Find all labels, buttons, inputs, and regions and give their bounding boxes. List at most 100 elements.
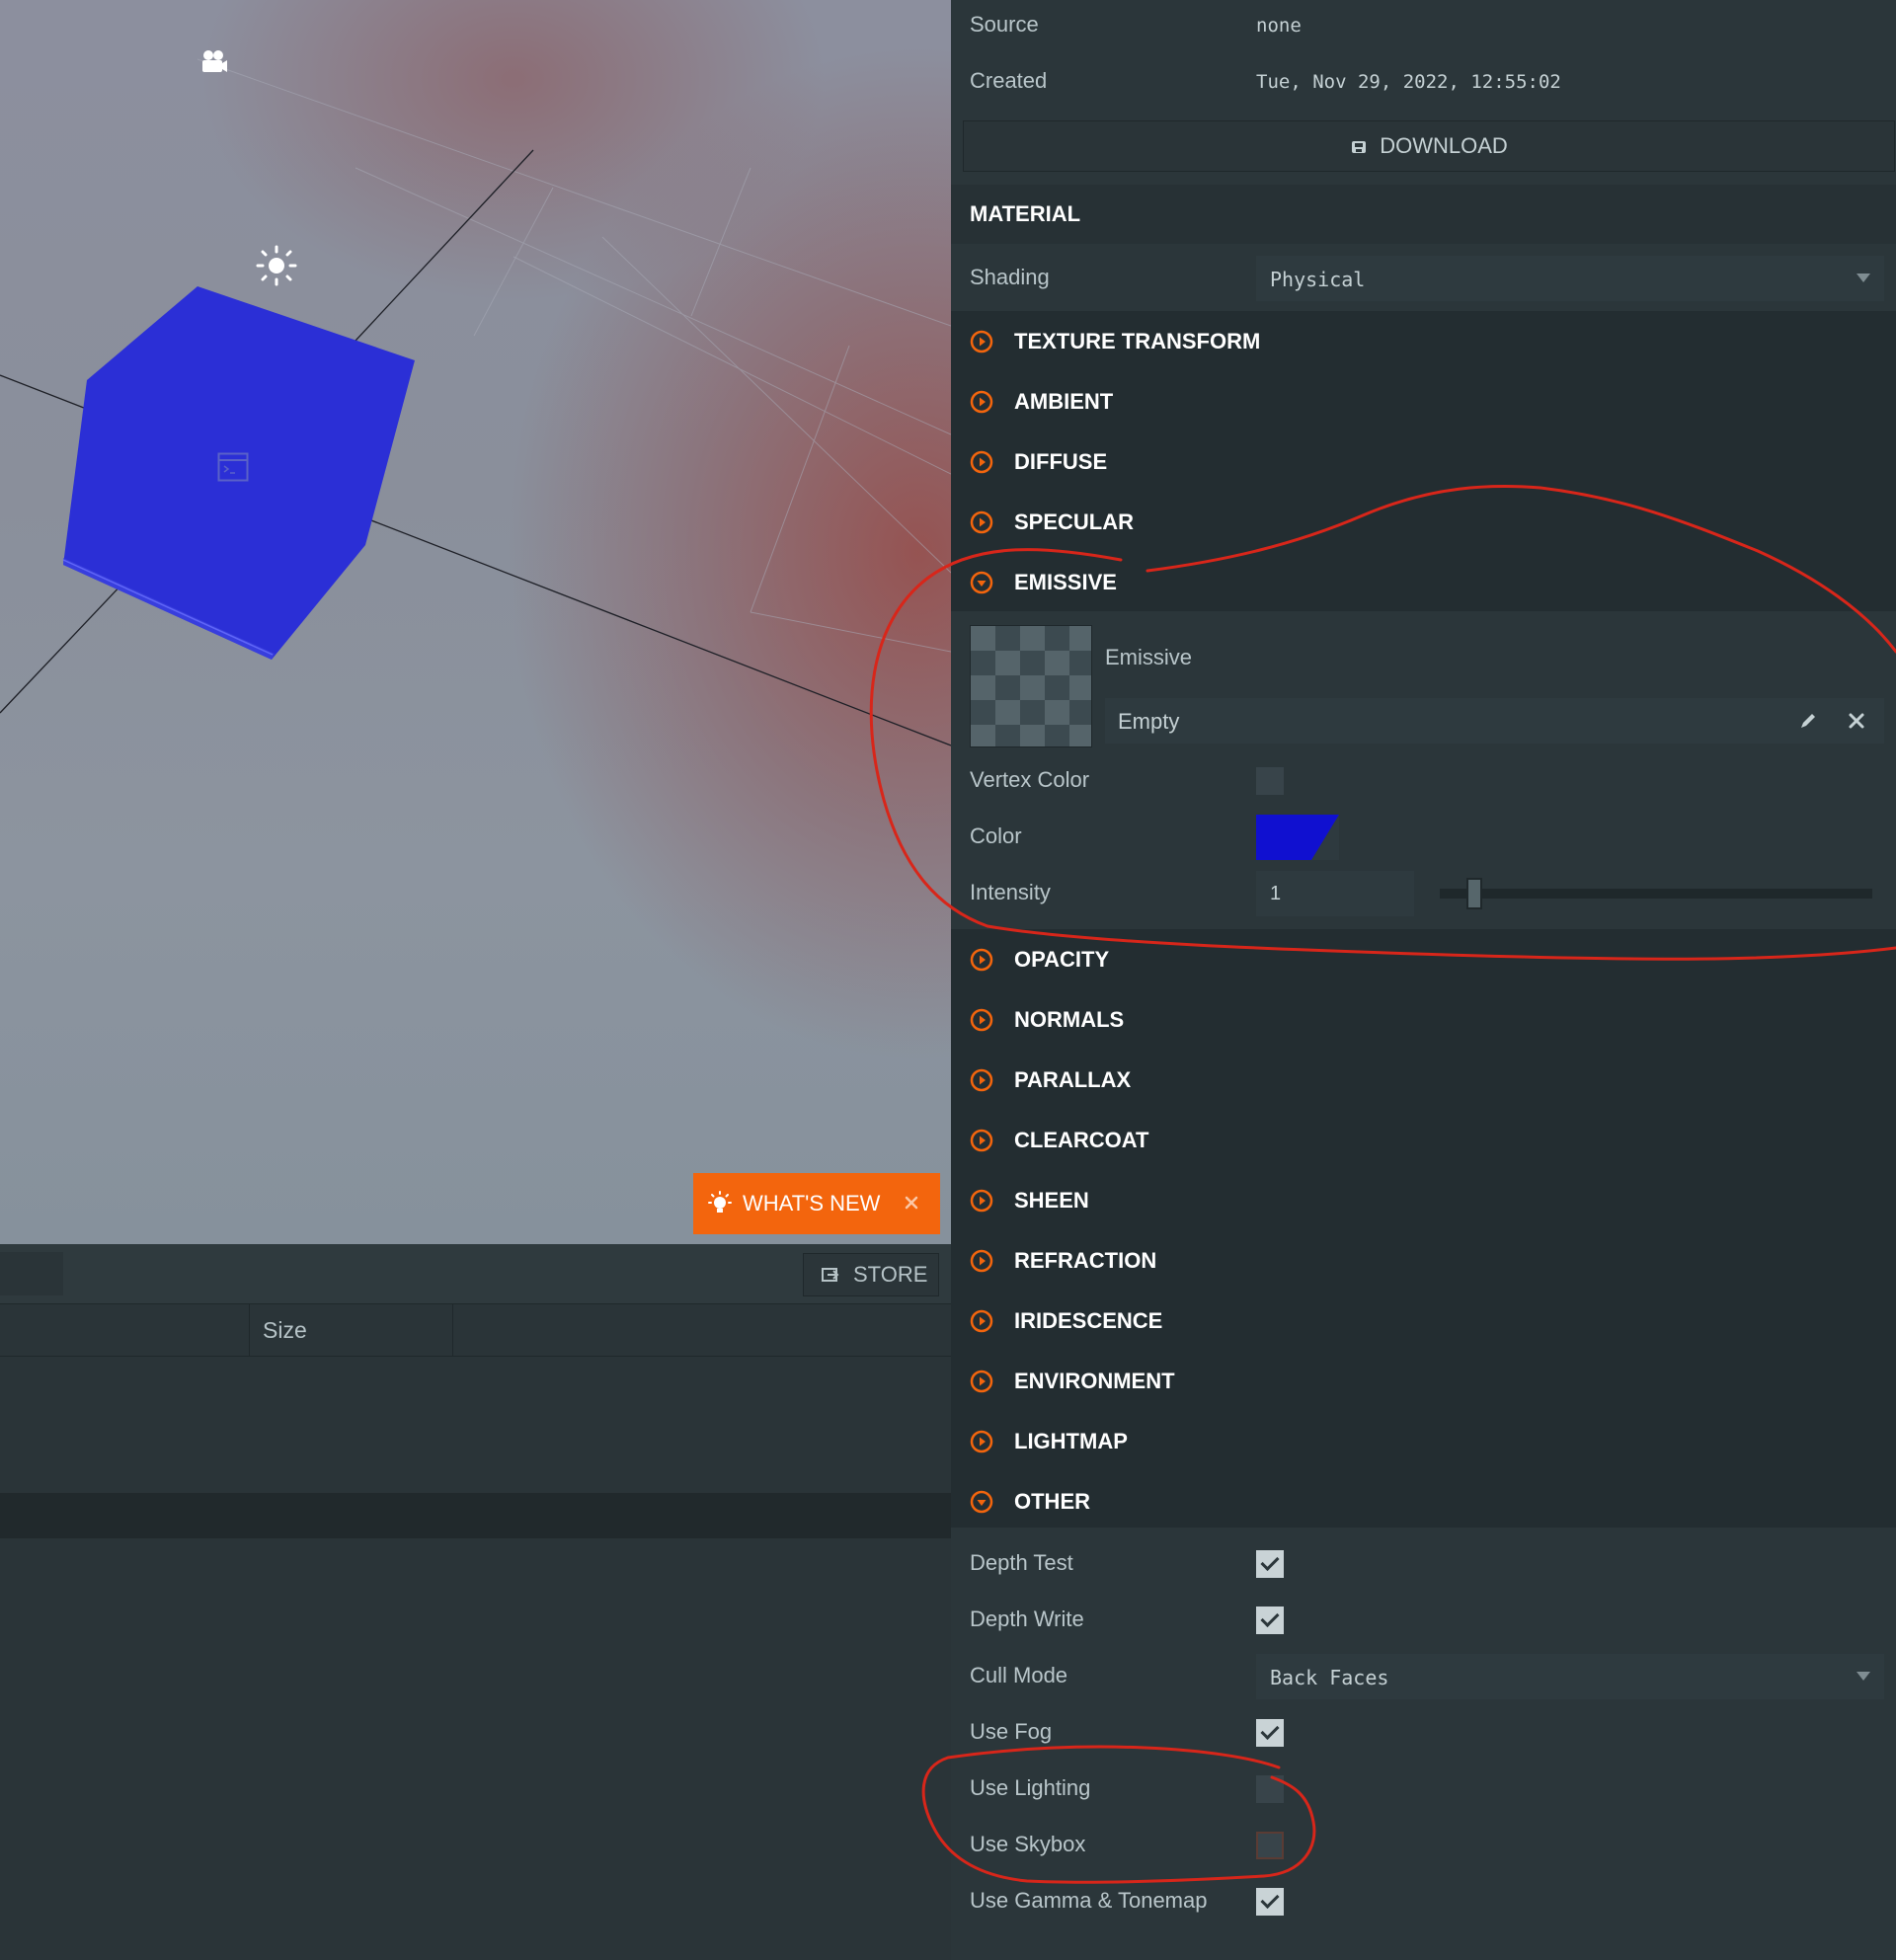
use-lighting-label: Use Lighting xyxy=(970,1775,1091,1800)
download-label: DOWNLOAD xyxy=(1380,133,1508,158)
expand-arrow-icon xyxy=(970,450,993,474)
group-specular[interactable]: SPECULAR xyxy=(951,492,1896,552)
download-button[interactable]: DOWNLOAD xyxy=(963,120,1895,172)
vertex-color-label: Vertex Color xyxy=(970,767,1090,792)
cull-mode-value: Back Faces xyxy=(1270,1666,1389,1689)
store-button[interactable]: STORE xyxy=(803,1253,939,1296)
assets-tab[interactable] xyxy=(0,1252,63,1295)
source-value: none xyxy=(1256,15,1302,37)
group-label: CLEARCOAT xyxy=(1014,1128,1149,1152)
expand-arrow-icon xyxy=(970,1249,993,1273)
collapse-arrow-icon xyxy=(970,571,993,594)
assets-column-headers: Size xyxy=(0,1304,951,1357)
scene-canvas[interactable] xyxy=(0,0,951,1244)
group-label: LIGHTMAP xyxy=(1014,1429,1128,1453)
intensity-label: Intensity xyxy=(970,880,1051,904)
group-label: NORMALS xyxy=(1014,1007,1125,1032)
group-opacity[interactable]: OPACITY xyxy=(951,929,1896,989)
use-fog-label: Use Fog xyxy=(970,1719,1053,1744)
assets-divider-bar xyxy=(0,1493,951,1538)
group-diffuse[interactable]: DIFFUSE xyxy=(951,431,1896,492)
column-separator[interactable] xyxy=(452,1304,453,1356)
shading-select[interactable]: Physical xyxy=(1256,256,1884,301)
script-component-icon xyxy=(217,452,249,482)
vertex-color-checkbox[interactable] xyxy=(1256,767,1284,795)
group-texture-transform[interactable]: TEXTURE TRANSFORM xyxy=(951,311,1896,371)
material-title: MATERIAL xyxy=(970,201,1081,226)
chevron-down-icon xyxy=(1856,1672,1870,1681)
group-other[interactable]: OTHER xyxy=(951,1471,1896,1531)
intensity-value: 1 xyxy=(1270,883,1282,904)
close-icon[interactable] xyxy=(899,1190,924,1215)
group-label: PARALLAX xyxy=(1014,1067,1132,1092)
group-label: REFRACTION xyxy=(1014,1248,1157,1273)
group-environment[interactable]: ENVIRONMENT xyxy=(951,1351,1896,1411)
column-separator[interactable] xyxy=(249,1304,250,1356)
group-label: AMBIENT xyxy=(1014,389,1114,414)
created-value: Tue, Nov 29, 2022, 12:55:02 xyxy=(1256,71,1561,93)
group-clearcoat[interactable]: CLEARCOAT xyxy=(951,1110,1896,1170)
store-icon xyxy=(822,1268,839,1282)
group-label: OPACITY xyxy=(1014,947,1110,972)
light-icon[interactable] xyxy=(256,245,297,286)
use-lighting-checkbox[interactable] xyxy=(1256,1775,1284,1803)
assets-toolbar: STORE xyxy=(0,1244,951,1304)
intensity-input[interactable]: 1 xyxy=(1256,871,1414,916)
store-label: STORE xyxy=(853,1262,928,1287)
close-icon[interactable] xyxy=(1848,712,1865,730)
group-parallax[interactable]: PARALLAX xyxy=(951,1050,1896,1110)
intensity-slider-track[interactable] xyxy=(1440,889,1872,899)
whats-new-label: WHAT'S NEW xyxy=(743,1191,881,1215)
emissive-map-value: Empty xyxy=(1118,709,1180,734)
group-refraction[interactable]: REFRACTION xyxy=(951,1230,1896,1291)
source-label: Source xyxy=(970,12,1039,37)
depth-test-checkbox[interactable] xyxy=(1256,1550,1284,1578)
expand-arrow-icon xyxy=(970,1370,993,1393)
expand-arrow-icon xyxy=(970,1129,993,1152)
scene-viewport[interactable]: WHAT'S NEW xyxy=(0,0,951,1244)
shading-value: Physical xyxy=(1270,268,1366,291)
group-lightmap[interactable]: LIGHTMAP xyxy=(951,1411,1896,1471)
intensity-slider-handle[interactable] xyxy=(1466,878,1482,909)
group-label: OTHER xyxy=(1014,1489,1090,1514)
group-emissive[interactable]: EMISSIVE xyxy=(951,552,1896,612)
whats-new-button[interactable]: WHAT'S NEW xyxy=(693,1173,940,1234)
material-section-header[interactable]: MATERIAL xyxy=(951,185,1896,244)
expand-arrow-icon xyxy=(970,948,993,972)
group-label: ENVIRONMENT xyxy=(1014,1369,1175,1393)
use-skybox-label: Use Skybox xyxy=(970,1832,1086,1856)
group-normals[interactable]: NORMALS xyxy=(951,989,1896,1050)
chevron-down-icon xyxy=(1856,274,1870,282)
emissive-map-thumbnail[interactable] xyxy=(970,625,1092,747)
emissive-color-picker[interactable] xyxy=(1256,815,1339,860)
use-gamma-label: Use Gamma & Tonemap xyxy=(970,1888,1208,1913)
group-label: EMISSIVE xyxy=(1014,570,1117,594)
camera-icon[interactable] xyxy=(200,48,228,76)
expand-arrow-icon xyxy=(970,1008,993,1032)
depth-test-label: Depth Test xyxy=(970,1550,1073,1575)
inspector-panel: Source none Created Tue, Nov 29, 2022, 1… xyxy=(951,0,1896,1960)
expand-arrow-icon xyxy=(970,390,993,414)
expand-arrow-icon xyxy=(970,1430,993,1453)
group-sheen[interactable]: SHEEN xyxy=(951,1170,1896,1230)
depth-write-checkbox[interactable] xyxy=(1256,1607,1284,1634)
cull-mode-select[interactable]: Back Faces xyxy=(1256,1654,1884,1699)
expand-arrow-icon xyxy=(970,1189,993,1213)
use-gamma-checkbox[interactable] xyxy=(1256,1888,1284,1916)
group-iridescence[interactable]: IRIDESCENCE xyxy=(951,1291,1896,1351)
cull-mode-label: Cull Mode xyxy=(970,1663,1068,1687)
use-skybox-checkbox[interactable] xyxy=(1256,1832,1284,1859)
lightbulb-icon xyxy=(708,1191,732,1213)
collapse-arrow-icon xyxy=(970,1490,993,1514)
use-fog-checkbox[interactable] xyxy=(1256,1719,1284,1747)
shading-row: Shading Physical xyxy=(951,244,1896,307)
edit-icon[interactable] xyxy=(1798,711,1818,731)
emissive-map-field[interactable]: Empty xyxy=(1105,698,1884,744)
group-label: IRIDESCENCE xyxy=(1014,1308,1163,1333)
size-column-header[interactable]: Size xyxy=(263,1317,307,1344)
color-label: Color xyxy=(970,823,1022,848)
download-icon xyxy=(1352,141,1367,153)
group-ambient[interactable]: AMBIENT xyxy=(951,371,1896,431)
group-label: TEXTURE TRANSFORM xyxy=(1014,329,1261,353)
group-label: SHEEN xyxy=(1014,1188,1089,1213)
